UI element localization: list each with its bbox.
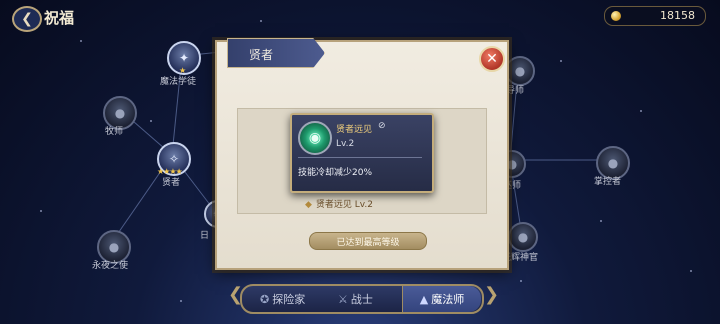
skill-eye-icon: ◉ xyxy=(298,121,332,155)
tab-label: 魔法师 xyxy=(431,293,465,306)
page-title: 祝福 xyxy=(44,9,75,27)
node-label: 魔法学徒 xyxy=(160,77,197,87)
tooltip-skill-name: 贤者远见 xyxy=(336,125,373,135)
node-label: 掌控者 xyxy=(594,177,622,187)
node-label: 永夜之使 xyxy=(92,261,129,271)
tab-label: 战士 xyxy=(350,293,373,306)
locked-figure-icon: ● xyxy=(517,230,529,244)
wizard-hat-icon: ▲ xyxy=(419,292,429,306)
node-label: 贤者 xyxy=(162,178,181,188)
edit-icon[interactable]: ⊘ xyxy=(378,121,386,131)
class-tab-bar: ✪ 探险家 ⚔ 战士 ▲ 魔法师 xyxy=(240,284,484,314)
currency-display: 18158 xyxy=(604,6,706,26)
back-button[interactable]: ❮ xyxy=(12,6,42,32)
locked-figure-icon: ● xyxy=(514,64,526,78)
diamond-bullet-icon: ◆ xyxy=(305,200,312,210)
skill-line-text: 贤者远见 Lv.2 xyxy=(315,200,374,210)
tab-explorer[interactable]: ✪ 探险家 xyxy=(260,286,305,312)
close-button[interactable]: ✕ xyxy=(479,46,505,72)
skill-node-radiance[interactable]: ● xyxy=(508,222,538,252)
dialog-title-banner xyxy=(227,38,325,68)
dialog-title: 贤者 xyxy=(249,48,274,62)
skill-line[interactable]: ◆ 贤者远见 Lv.2 xyxy=(305,197,373,210)
node-label: 日 xyxy=(200,231,210,241)
wizard-icon: ✦ xyxy=(178,51,190,65)
locked-figure-icon: ● xyxy=(607,156,619,170)
divider xyxy=(298,157,422,158)
tooltip-level: Lv.2 xyxy=(336,139,355,149)
node-label: 牧师 xyxy=(105,127,124,137)
compass-icon: ✪ xyxy=(260,292,270,306)
skill-node-mentor[interactable]: ● xyxy=(505,56,535,86)
tooltip-description: 技能冷却减少20% xyxy=(298,168,373,178)
back-arrow-icon: ❮ xyxy=(21,11,33,27)
currency-value: 18158 xyxy=(660,9,695,22)
sword-icon: ⚔ xyxy=(338,292,348,306)
max-level-button[interactable]: 已达到最高等级 xyxy=(309,232,427,250)
tab-mage[interactable]: ▲ 魔法师 xyxy=(402,286,481,312)
locked-figure-icon: ● xyxy=(108,240,120,254)
close-icon: ✕ xyxy=(486,51,498,67)
tab-warrior[interactable]: ⚔ 战士 xyxy=(338,286,373,312)
tab-label: 探险家 xyxy=(272,293,306,306)
skill-tooltip: ◉ 贤者远见 ⊘ Lv.2 技能冷却减少20% xyxy=(290,113,434,193)
locked-figure-icon: ● xyxy=(114,106,126,120)
coin-icon xyxy=(611,11,621,21)
sage-icon: ✧ xyxy=(168,152,180,166)
right-ornament-icon: ❯ xyxy=(484,284,500,305)
